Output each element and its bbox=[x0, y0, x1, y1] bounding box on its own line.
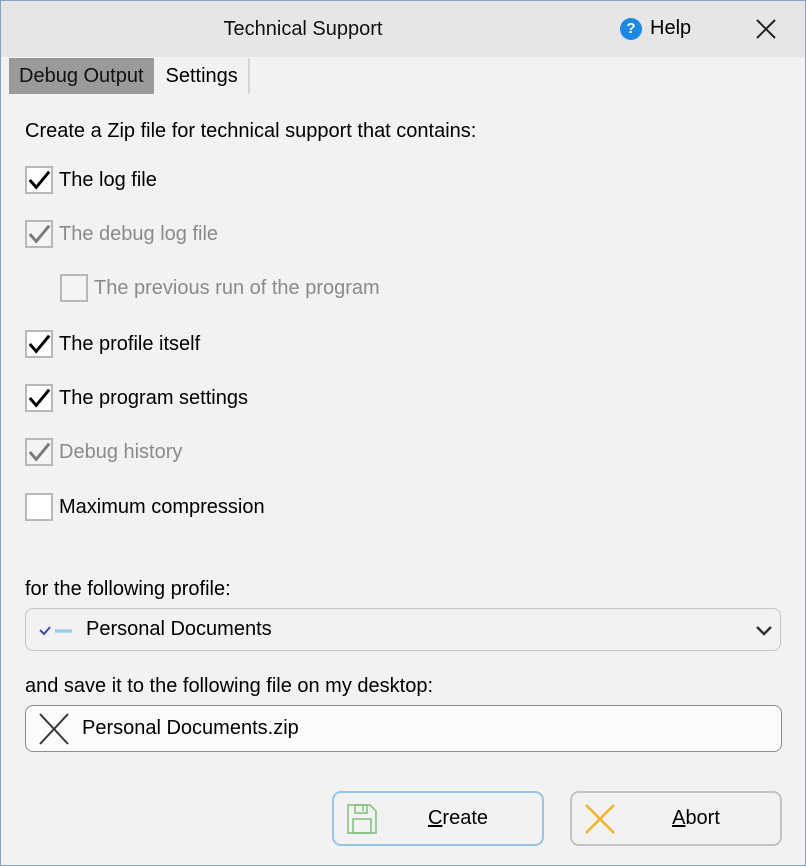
checkbox-debug-log-file: The debug log file bbox=[25, 220, 218, 248]
create-mnemonic: C bbox=[427, 807, 443, 829]
checkmark-icon bbox=[28, 334, 51, 354]
clear-icon[interactable] bbox=[38, 712, 70, 746]
checkbox-label: The previous run of the program bbox=[94, 276, 380, 299]
checkbox-label: The program settings bbox=[59, 386, 248, 409]
checkbox-label: Maximum compression bbox=[59, 495, 265, 518]
tab-debug-output[interactable]: Debug Output bbox=[9, 58, 154, 94]
tab-settings[interactable]: Settings bbox=[156, 58, 250, 94]
checkbox-debug-history: Debug history bbox=[25, 438, 182, 466]
checkbox-box[interactable] bbox=[25, 330, 53, 358]
checkbox-box bbox=[25, 438, 53, 466]
checkbox-log-file[interactable]: The log file bbox=[25, 166, 157, 194]
dialog-title: Technical Support bbox=[223, 18, 383, 40]
tab-bar: Debug Output Settings bbox=[9, 58, 250, 94]
question-circle-icon: ? bbox=[620, 17, 642, 40]
profile-selected-value: Personal Documents bbox=[86, 618, 272, 640]
close-icon[interactable] bbox=[753, 13, 779, 43]
help-label: Help bbox=[650, 17, 692, 39]
chevron-down-icon bbox=[756, 626, 772, 636]
abort-label-rest: bort bbox=[685, 807, 720, 829]
help-button[interactable]: ? Help bbox=[620, 17, 691, 40]
checkbox-label: The log file bbox=[59, 168, 157, 191]
checkbox-box bbox=[60, 274, 88, 302]
checkbox-label: The debug log file bbox=[59, 222, 219, 245]
abort-button[interactable]: Abort bbox=[570, 791, 782, 846]
checkmark-icon bbox=[28, 170, 51, 190]
abort-mnemonic: A bbox=[672, 807, 686, 829]
intro-text: Create a Zip file for technical support … bbox=[25, 120, 477, 142]
checkmark-icon bbox=[28, 224, 51, 244]
file-name-input[interactable] bbox=[80, 716, 684, 741]
profile-sync-icon bbox=[39, 625, 72, 635]
abort-icon bbox=[585, 804, 615, 834]
checkbox-maximum-compression[interactable]: Maximum compression bbox=[25, 493, 265, 521]
checkbox-label: Debug history bbox=[59, 440, 183, 463]
checkbox-box[interactable] bbox=[25, 493, 53, 521]
checkmark-icon bbox=[28, 388, 51, 408]
title-bar: Technical Support ? Help bbox=[1, 1, 805, 57]
file-field bbox=[25, 705, 782, 752]
checkbox-label: The profile itself bbox=[59, 332, 201, 355]
checkbox-box bbox=[25, 220, 53, 248]
create-label-rest: reate bbox=[442, 807, 489, 829]
file-label: and save it to the following file on my … bbox=[25, 675, 434, 697]
checkbox-previous-run: The previous run of the program bbox=[60, 274, 380, 302]
checkbox-profile-itself[interactable]: The profile itself bbox=[25, 330, 200, 358]
checkbox-box[interactable] bbox=[25, 166, 53, 194]
profile-label: for the following profile: bbox=[25, 578, 231, 600]
checkmark-icon bbox=[28, 442, 51, 462]
technical-support-dialog: Technical Support ? Help Debug Output Se… bbox=[0, 0, 806, 866]
checkbox-box[interactable] bbox=[25, 384, 53, 412]
checkbox-program-settings[interactable]: The program settings bbox=[25, 384, 248, 412]
profile-dropdown[interactable]: Personal Documents bbox=[25, 608, 781, 651]
create-button[interactable]: Create bbox=[332, 791, 544, 846]
save-icon bbox=[347, 804, 377, 834]
